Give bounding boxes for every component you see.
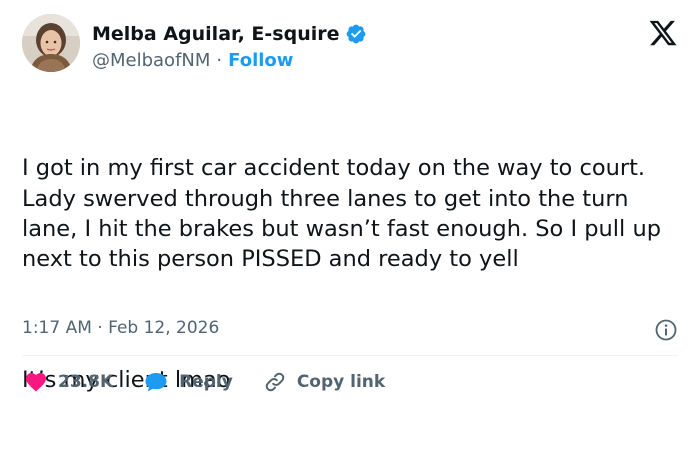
tweet-text: I got in my first car accident today on … — [22, 93, 672, 455]
like-count: 23.8K — [58, 372, 114, 392]
link-icon — [263, 370, 287, 394]
tweet-actions: 23.8K Reply Copy link — [24, 368, 415, 396]
avatar[interactable] — [22, 14, 80, 72]
author-name-row: Melba Aguilar, E-squire — [92, 21, 367, 47]
x-logo-icon[interactable] — [648, 18, 678, 48]
copy-link-button[interactable]: Copy link — [263, 370, 385, 394]
author-display-name[interactable]: Melba Aguilar, E-squire — [92, 23, 340, 45]
like-button[interactable]: 23.8K — [24, 370, 113, 394]
tweet-timestamp[interactable]: 1:17 AM · Feb 12, 2026 — [22, 318, 219, 338]
author-handle[interactable]: @MelbaofNM — [92, 50, 210, 71]
reply-label: Reply — [179, 372, 233, 392]
follow-button[interactable]: Follow — [228, 50, 293, 71]
timestamp-separator: · — [97, 318, 103, 338]
verified-badge-icon — [345, 23, 367, 45]
tweet-paragraph: I got in my first car accident today on … — [22, 155, 669, 273]
tweet-date: Feb 12, 2026 — [108, 318, 220, 338]
reply-button[interactable]: Reply — [143, 370, 233, 394]
author-handle-row: @MelbaofNM · Follow — [92, 48, 293, 72]
info-icon[interactable] — [654, 318, 678, 342]
heart-icon — [24, 370, 48, 394]
copy-link-label: Copy link — [296, 372, 386, 392]
speech-bubble-icon — [143, 370, 169, 394]
divider — [22, 355, 678, 356]
tweet-card: Melba Aguilar, E-squire @MelbaofNM · Fol… — [0, 0, 700, 410]
tweet-time: 1:17 AM — [22, 318, 92, 338]
handle-separator: · — [216, 49, 223, 71]
